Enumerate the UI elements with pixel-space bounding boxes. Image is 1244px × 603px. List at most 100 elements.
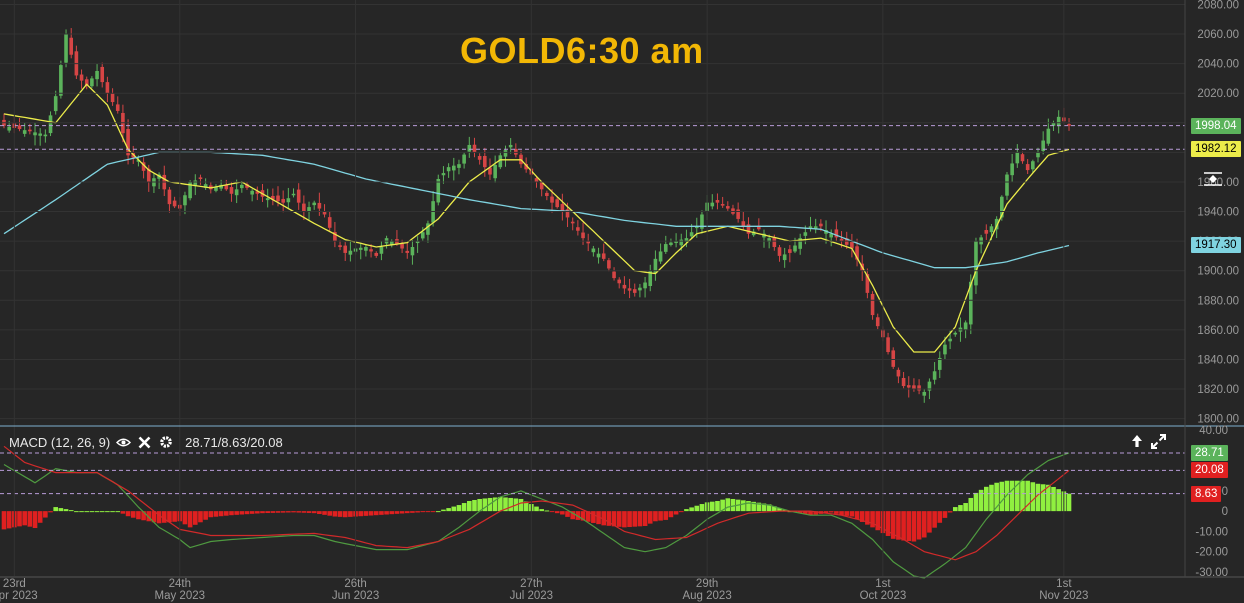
candle[interactable] [229,187,234,194]
candle[interactable] [715,200,720,203]
candle[interactable] [281,198,285,203]
candle[interactable] [462,154,466,164]
candle[interactable] [410,247,415,256]
candle[interactable] [689,232,694,237]
candle[interactable] [726,206,730,209]
candle[interactable] [503,150,508,157]
candle[interactable] [545,192,549,196]
candle[interactable] [265,198,270,201]
candle[interactable] [286,198,291,203]
candle[interactable] [576,227,580,231]
candle[interactable] [617,279,622,284]
candle[interactable] [327,217,332,228]
candle[interactable] [932,371,937,380]
candle[interactable] [901,377,906,387]
candle[interactable] [886,337,890,353]
candle[interactable] [43,134,48,137]
candle[interactable] [906,385,911,388]
candle[interactable] [736,209,740,219]
candle[interactable] [400,243,404,249]
candle[interactable] [234,189,239,196]
candle[interactable] [1020,154,1025,162]
close-icon[interactable] [137,435,152,450]
candle[interactable] [819,223,823,227]
candle[interactable] [420,232,425,239]
candle[interactable] [534,178,539,182]
candle[interactable] [276,195,280,202]
candle[interactable] [891,350,896,367]
candle[interactable] [48,115,53,134]
candle[interactable] [446,167,451,172]
candle[interactable] [307,207,311,212]
candle[interactable] [451,165,456,171]
candle[interactable] [7,126,11,131]
candle[interactable] [550,196,554,203]
candle[interactable] [358,247,363,250]
candle[interactable] [100,66,105,83]
candle[interactable] [586,241,591,244]
candle[interactable] [302,203,306,212]
candle[interactable] [782,254,787,261]
candle[interactable] [338,245,342,248]
candle[interactable] [343,245,348,253]
candle[interactable] [555,199,559,208]
candle[interactable] [917,385,921,391]
candle[interactable] [364,247,368,251]
candle[interactable] [581,232,585,239]
candle[interactable] [974,241,978,286]
candle[interactable] [679,239,684,246]
candle[interactable] [663,244,668,252]
candle[interactable] [291,193,296,196]
candle[interactable] [607,260,611,269]
candle[interactable] [312,202,316,206]
candle[interactable] [1015,152,1020,164]
candle[interactable] [472,144,477,153]
candle[interactable] [198,177,203,179]
candle[interactable] [317,202,322,209]
expand-icon[interactable] [1151,434,1166,453]
candle[interactable] [172,200,177,207]
candle[interactable] [669,242,673,245]
candle[interactable] [296,189,301,203]
candle[interactable] [643,282,647,289]
candle[interactable] [777,247,782,256]
candle[interactable] [627,288,632,291]
horizontal-line-tool-icon[interactable] [1201,169,1225,189]
candle[interactable] [467,144,472,152]
candle[interactable] [348,250,353,255]
eye-icon[interactable] [116,435,132,450]
candle[interactable] [28,129,32,132]
macd-plot[interactable] [0,445,1185,579]
candle[interactable] [250,190,254,195]
main-price-plot[interactable] [0,28,1185,403]
candle[interactable] [591,248,596,253]
candle[interactable] [741,221,746,227]
candle[interactable] [788,249,792,253]
candle[interactable] [1056,116,1061,127]
candle[interactable] [1010,163,1014,176]
candle[interactable] [1036,152,1040,158]
candle[interactable] [167,189,172,205]
candle[interactable] [870,293,875,316]
candle[interactable] [989,226,994,233]
candle[interactable] [772,237,777,248]
candle[interactable] [90,78,94,87]
candle[interactable] [115,104,120,111]
candle[interactable] [369,249,373,252]
candle[interactable] [110,93,115,103]
candle[interactable] [963,322,968,330]
candle[interactable] [875,317,880,327]
candle[interactable] [658,251,663,262]
candle[interactable] [508,144,513,148]
candle[interactable] [953,332,958,335]
candle[interactable] [483,156,487,168]
candle[interactable] [379,247,384,254]
candle[interactable] [17,125,22,130]
candle[interactable] [710,202,715,207]
candle[interactable] [64,34,68,63]
candle[interactable] [803,232,808,236]
arrow-up-icon[interactable] [1131,434,1143,453]
candle[interactable] [922,391,927,396]
candle[interactable] [943,344,947,355]
candle[interactable] [1031,161,1035,170]
